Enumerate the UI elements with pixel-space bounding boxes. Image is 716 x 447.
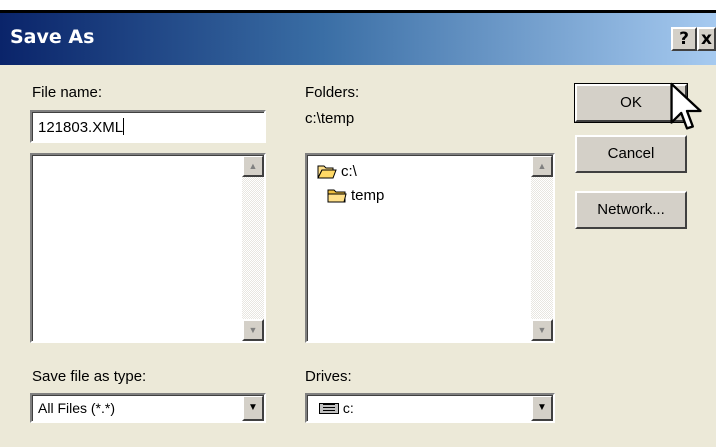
file-name-label: File name: xyxy=(32,84,103,101)
current-folder-path: c:\temp xyxy=(305,110,355,127)
tree-item-label: c:\ xyxy=(341,163,357,180)
save-type-label: Save file as type: xyxy=(32,368,147,385)
folder-tree[interactable]: c:\ temp ▲ ▼ xyxy=(305,153,555,343)
file-name-value: 121803.XML xyxy=(38,119,124,136)
save-as-dialog: Save As ? x File name: 121803.XML ▲ ▼ Fo… xyxy=(0,13,716,447)
folder-tree-scrollbar[interactable]: ▲ ▼ xyxy=(531,155,553,341)
chevron-down-icon[interactable]: ▼ xyxy=(531,395,553,421)
scroll-up-arrow-icon[interactable]: ▲ xyxy=(531,155,553,177)
chevron-down-icon[interactable]: ▼ xyxy=(242,395,264,421)
network-button[interactable]: Network... xyxy=(575,191,687,229)
folders-label: Folders: xyxy=(305,84,360,101)
save-type-value: All Files (*.*) xyxy=(38,400,116,416)
save-type-select[interactable]: All Files (*.*) ▼ xyxy=(30,393,266,423)
close-icon[interactable]: x xyxy=(697,27,716,51)
text-caret xyxy=(123,118,125,135)
file-name-input[interactable]: 121803.XML xyxy=(30,110,266,143)
scroll-up-arrow-icon[interactable]: ▲ xyxy=(242,155,264,177)
file-list-scrollbar[interactable]: ▲ ▼ xyxy=(242,155,264,341)
scroll-down-arrow-icon[interactable]: ▼ xyxy=(242,319,264,341)
folder-open-icon xyxy=(317,165,337,179)
cancel-button[interactable]: Cancel xyxy=(575,135,687,173)
drive-icon xyxy=(319,403,339,414)
title-bar[interactable]: Save As ? x xyxy=(0,13,716,65)
pointer-cursor-icon xyxy=(670,82,702,130)
help-icon[interactable]: ? xyxy=(671,27,697,51)
drive-value: c: xyxy=(342,400,354,416)
drives-label: Drives: xyxy=(305,368,352,385)
tree-item-label: temp xyxy=(351,187,385,204)
file-list[interactable]: ▲ ▼ xyxy=(30,153,266,343)
scroll-down-arrow-icon[interactable]: ▼ xyxy=(531,319,553,341)
folder-icon xyxy=(327,189,347,203)
tree-item-temp[interactable]: temp xyxy=(327,187,384,204)
window-title: Save As xyxy=(10,26,95,48)
tree-item-root[interactable]: c:\ xyxy=(317,163,357,180)
drives-select[interactable]: c: ▼ xyxy=(305,393,555,423)
